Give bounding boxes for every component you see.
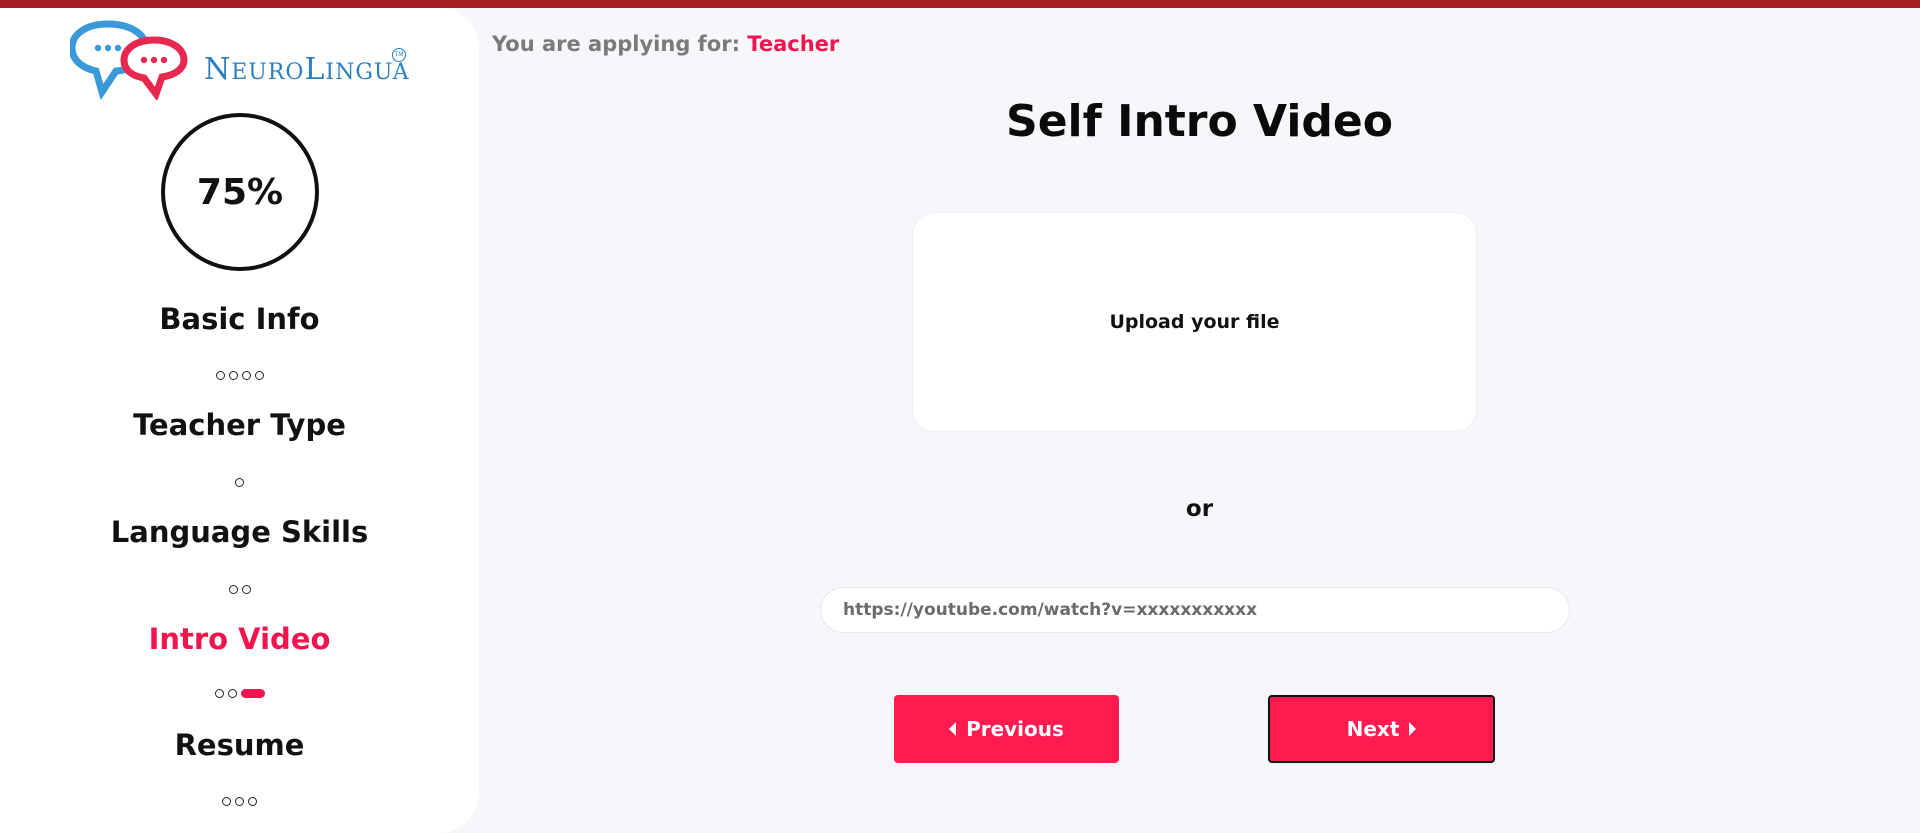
speech-bubbles-icon: [70, 20, 188, 100]
trademark-badge: TM: [392, 48, 406, 62]
substep-dot: [241, 584, 251, 594]
substep-dot: [228, 370, 238, 380]
logo-text: NEUROLINGUA: [204, 52, 410, 87]
substep-dot: [241, 370, 251, 380]
substep-dot: [248, 796, 257, 806]
progress-percent: 75%: [196, 171, 284, 213]
applying-for: You are applying for: Teacher: [492, 32, 839, 56]
video-url-input[interactable]: [820, 587, 1570, 633]
step-language-skills[interactable]: Language Skills: [0, 515, 479, 549]
substep-dot: [235, 477, 244, 487]
substeps-teacher-type: [0, 475, 479, 489]
substep-dot: [222, 796, 231, 806]
substep-dot: [227, 688, 237, 698]
or-separator: or: [1185, 496, 1214, 522]
caret-left-icon: [949, 722, 957, 736]
top-accent-bar: [0, 0, 1920, 8]
previous-label: Previous: [966, 717, 1064, 741]
upload-label: Upload your file: [1109, 311, 1280, 333]
substep-dot: [214, 688, 224, 698]
substep-dot-active: [240, 688, 265, 698]
next-label: Next: [1346, 717, 1400, 741]
next-button[interactable]: Next: [1268, 695, 1495, 763]
substep-dot: [235, 796, 244, 806]
substep-dot: [228, 584, 238, 594]
sidebar: NEUROLINGUA TM 75% Basic Info Teacher Ty…: [0, 8, 479, 833]
page-title: Self Intro Video: [1006, 96, 1393, 147]
applying-label: You are applying for:: [492, 32, 740, 56]
substeps-basic-info: [0, 368, 479, 382]
substep-dot: [254, 370, 264, 380]
step-resume[interactable]: Resume: [0, 728, 479, 762]
substeps-resume: [0, 794, 479, 808]
step-basic-info[interactable]: Basic Info: [0, 302, 479, 336]
progress-circle: 75%: [161, 113, 319, 271]
applying-role: Teacher: [747, 32, 840, 56]
step-intro-video[interactable]: Intro Video: [0, 622, 479, 656]
substeps-intro-video: [0, 686, 479, 700]
previous-button[interactable]: Previous: [894, 695, 1119, 763]
substeps-language-skills: [0, 582, 479, 596]
logo: NEUROLINGUA TM: [70, 20, 415, 102]
substep-dot: [215, 370, 225, 380]
step-teacher-type[interactable]: Teacher Type: [0, 408, 479, 442]
caret-right-icon: [1409, 722, 1417, 736]
upload-dropzone[interactable]: Upload your file: [912, 212, 1477, 432]
